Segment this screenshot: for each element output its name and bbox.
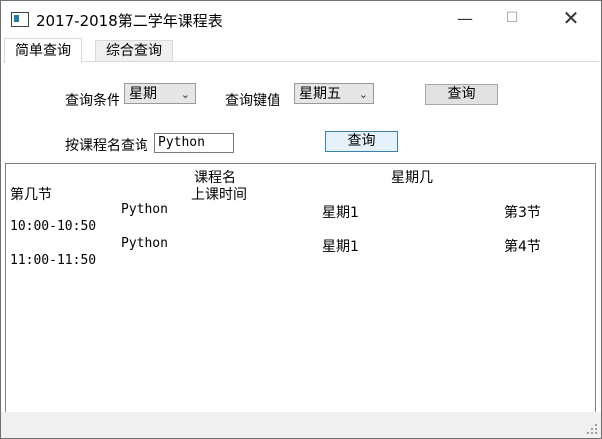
condition-select[interactable]: 星期 ⌄ — [124, 83, 196, 104]
keyword-select-value: 星期五 — [299, 86, 341, 102]
header-time: 上课时间 — [191, 187, 247, 203]
tab-advanced-query[interactable]: 综合查询 — [95, 40, 173, 62]
row-2-course: Python — [121, 236, 168, 251]
maximize-button[interactable]: ☐ — [489, 1, 535, 35]
maximize-icon: ☐ — [505, 10, 519, 26]
row-1-course: Python — [121, 202, 168, 217]
tab-simple-query[interactable]: 简单查询 — [4, 38, 82, 63]
results-listbox[interactable]: 课程名 星期几 第几节 上课时间 Python 星期1 第3节 10:00-10… — [5, 163, 596, 415]
close-button[interactable]: ✕ — [548, 1, 594, 35]
title-bar[interactable]: 2017-2018第二学年课程表 — ☐ ✕ — [1, 1, 601, 37]
window-title: 2017-2018第二学年课程表 — [36, 12, 223, 30]
app-window: 2017-2018第二学年课程表 — ☐ ✕ 简单查询 综合查询 查询条件 星期… — [0, 0, 602, 439]
row-2-period: 第4节 — [504, 239, 541, 255]
resize-grip-icon[interactable] — [587, 424, 598, 435]
row-2-weekday: 星期1 — [322, 239, 359, 255]
chevron-down-icon: ⌄ — [180, 88, 190, 101]
row-2-time: 11:00-11:50 — [10, 253, 97, 268]
minimize-icon: — — [457, 8, 473, 28]
query-button[interactable]: 查询 — [425, 84, 498, 105]
course-name-label: 按课程名查询 — [65, 138, 147, 154]
chevron-down-icon: ⌄ — [358, 88, 368, 101]
tab-strip: 简单查询 综合查询 — [1, 38, 601, 63]
minimize-button[interactable]: — — [442, 1, 488, 35]
course-query-button[interactable]: 查询 — [325, 131, 398, 152]
app-icon — [11, 12, 29, 27]
course-name-input[interactable]: Python — [154, 133, 234, 153]
keyword-select[interactable]: 星期五 ⌄ — [294, 83, 374, 104]
condition-select-value: 星期 — [129, 86, 157, 102]
close-icon: ✕ — [562, 6, 580, 30]
condition-label: 查询条件 — [65, 93, 119, 109]
header-weekday: 星期几 — [391, 170, 433, 186]
row-1-time: 10:00-10:50 — [10, 219, 97, 234]
row-1-period: 第3节 — [504, 205, 541, 221]
keyword-label: 查询键值 — [225, 93, 279, 109]
row-1-weekday: 星期1 — [322, 205, 359, 221]
header-period: 第几节 — [10, 187, 52, 203]
status-bar — [1, 412, 601, 438]
